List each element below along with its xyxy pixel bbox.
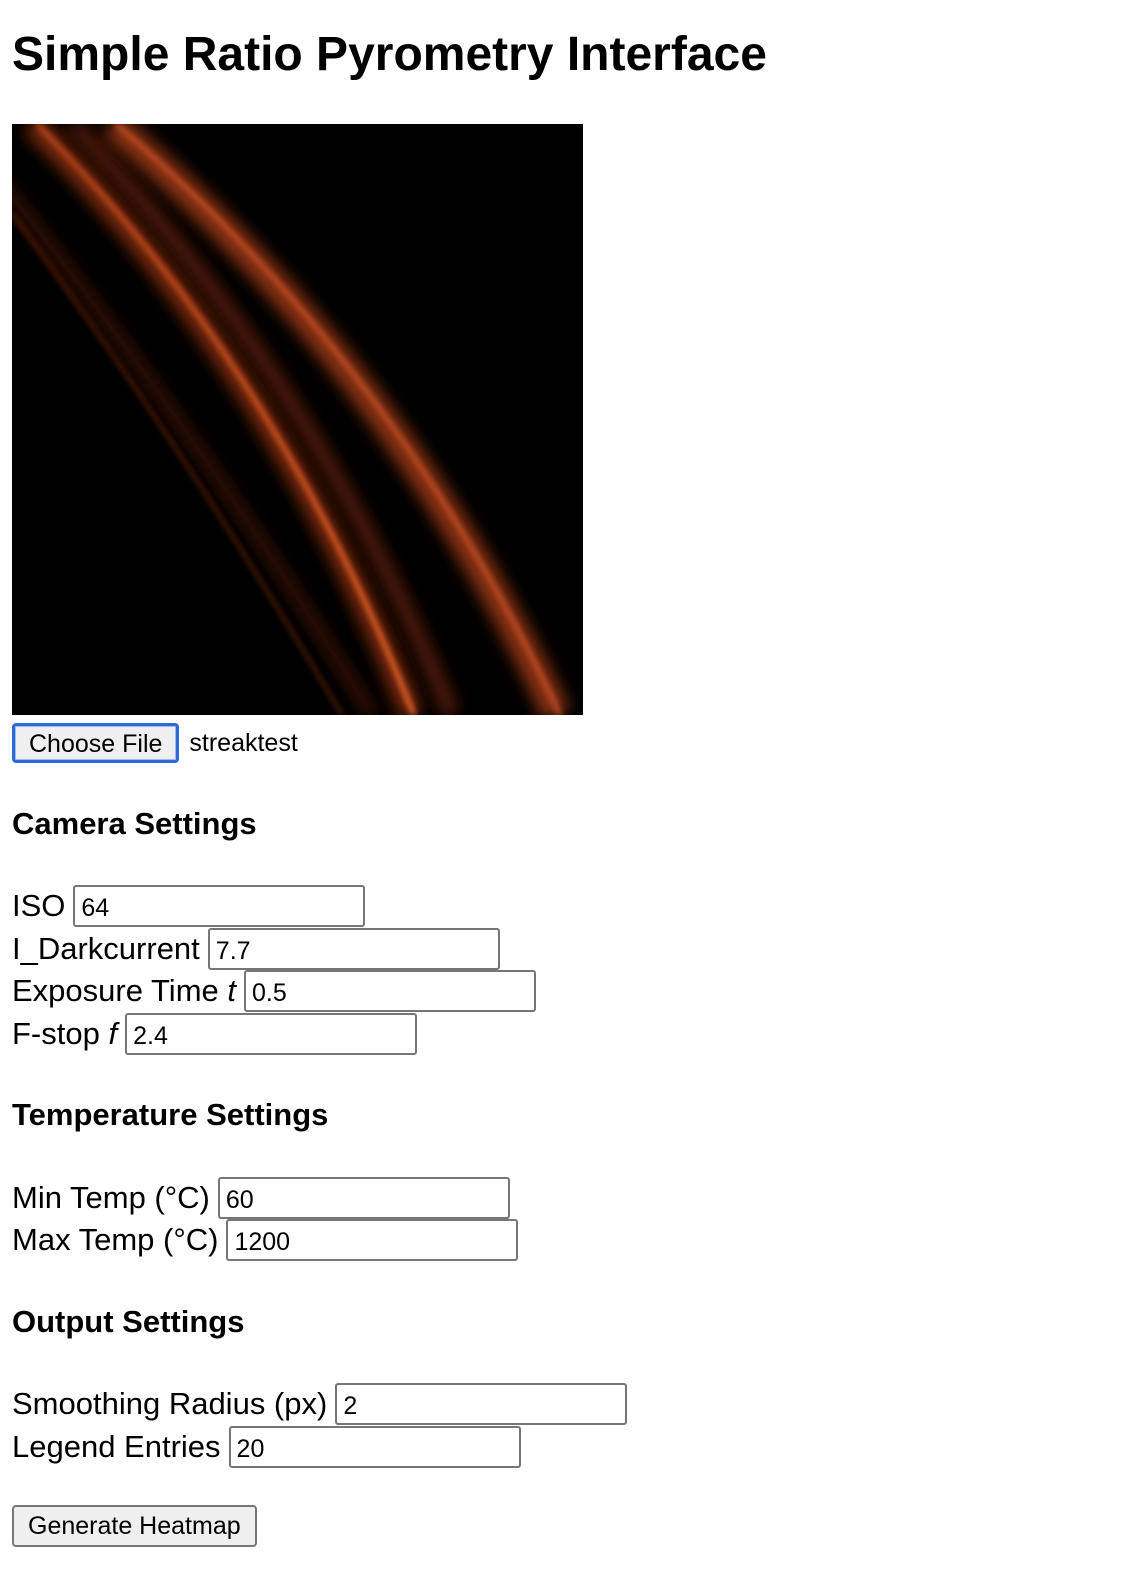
legend-entries-row: Legend Entries (12, 1426, 521, 1468)
min-temp-label: Min Temp (°C) (12, 1180, 210, 1215)
smoothing-input[interactable] (335, 1383, 628, 1425)
choose-file-button[interactable]: Choose File (12, 723, 180, 763)
darkcurrent-label: I_Darkcurrent (12, 931, 200, 966)
fstop-var: f (108, 1016, 118, 1051)
darkcurrent-input[interactable] (207, 928, 500, 970)
output-settings-heading: Output Settings (12, 1304, 245, 1339)
min-temp-row: Min Temp (°C) (12, 1177, 510, 1219)
min-temp-input[interactable] (217, 1177, 510, 1219)
fstop-input[interactable] (125, 1013, 418, 1055)
iso-input[interactable] (73, 885, 366, 927)
selected-file-name: streaktest (189, 728, 298, 757)
exposure-var: t (227, 973, 236, 1008)
file-input-row: Choose File streaktest (12, 722, 298, 764)
smoothing-row: Smoothing Radius (px) (12, 1383, 628, 1425)
fstop-label: F-stop f (12, 1013, 117, 1055)
max-temp-label: Max Temp (°C) (12, 1222, 219, 1257)
fstop-row: F-stop f (12, 1013, 418, 1055)
temperature-settings-heading: Temperature Settings (12, 1097, 329, 1132)
fstop-label-text: F-stop (12, 1016, 109, 1051)
max-temp-row: Max Temp (°C) (12, 1219, 519, 1261)
iso-row: ISO (12, 885, 366, 927)
smoothing-label: Smoothing Radius (px) (12, 1386, 328, 1421)
legend-entries-label: Legend Entries (12, 1429, 221, 1464)
darkcurrent-row: I_Darkcurrent (12, 928, 500, 970)
exposure-label: Exposure Time t (12, 970, 236, 1012)
exposure-label-text: Exposure Time (12, 973, 228, 1008)
streak-image (12, 124, 583, 715)
generate-heatmap-button[interactable]: Generate Heatmap (12, 1505, 257, 1547)
image-preview (12, 124, 583, 715)
exposure-row: Exposure Time t (12, 970, 536, 1012)
iso-label: ISO (12, 888, 66, 923)
page-title: Simple Ratio Pyrometry Interface (12, 28, 767, 81)
exposure-input[interactable] (244, 970, 536, 1012)
camera-settings-heading: Camera Settings (12, 806, 257, 841)
legend-entries-input[interactable] (228, 1426, 521, 1468)
max-temp-input[interactable] (226, 1219, 519, 1261)
